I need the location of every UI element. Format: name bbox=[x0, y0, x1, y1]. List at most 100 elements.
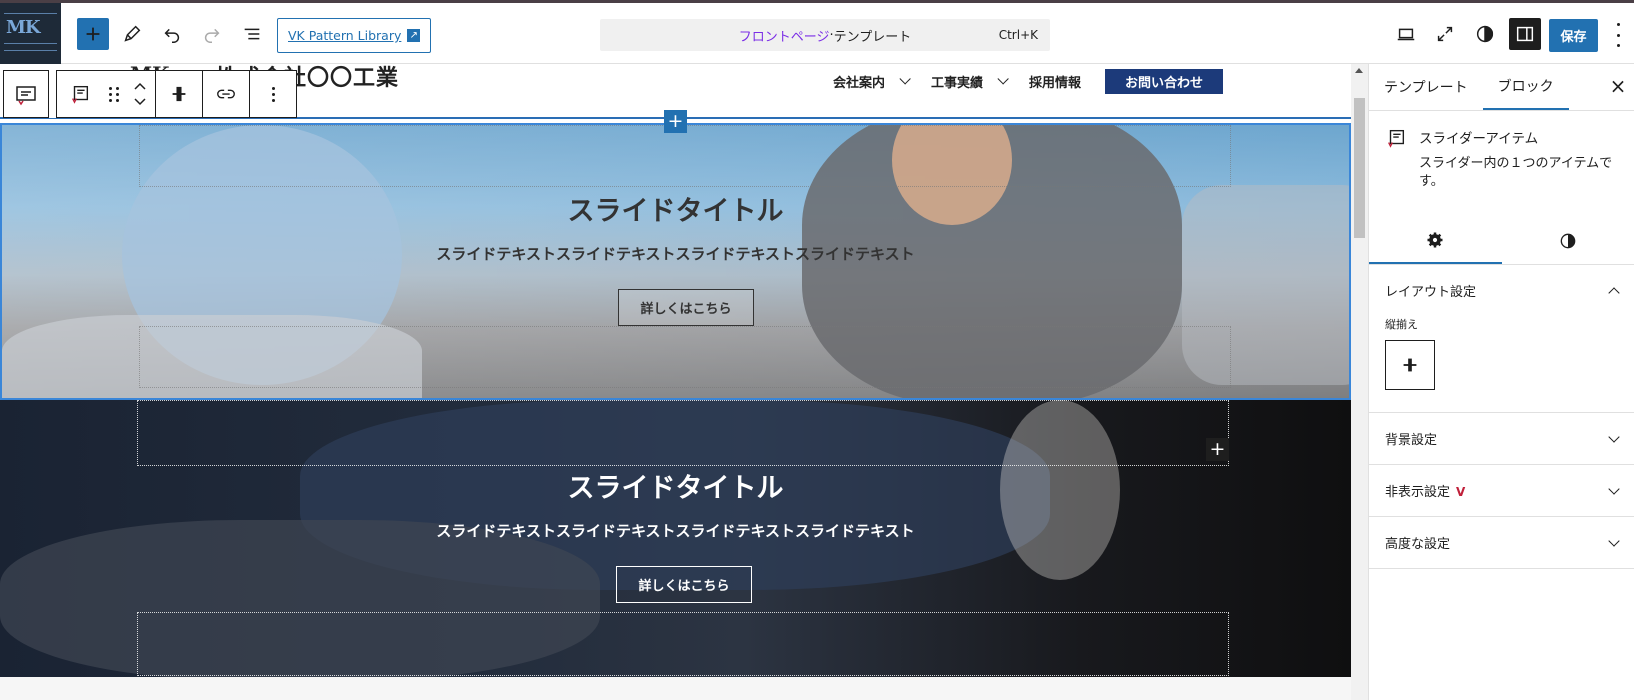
options-menu-button[interactable] bbox=[1610, 23, 1626, 47]
slider-icon bbox=[16, 86, 36, 106]
vertical-align-button[interactable] bbox=[156, 71, 202, 117]
tab-template[interactable]: テンプレート bbox=[1369, 64, 1483, 110]
close-sidebar-button[interactable]: × bbox=[1606, 74, 1630, 98]
dot bbox=[271, 98, 275, 102]
panel-background-toggle[interactable]: 背景設定 bbox=[1369, 413, 1634, 464]
nav-item-recruit[interactable]: 採用情報 bbox=[1029, 72, 1081, 91]
undo-icon bbox=[164, 28, 180, 43]
vertical-align-label: 縦揃え bbox=[1385, 318, 1418, 331]
command-shortcut: Ctrl+K bbox=[998, 28, 1038, 42]
save-button[interactable]: 保存 bbox=[1549, 19, 1598, 52]
slide-title[interactable]: スライドタイトル bbox=[0, 466, 1351, 505]
panel-advanced: 高度な設定 bbox=[1369, 517, 1634, 569]
slide-text[interactable]: スライドテキストスライドテキストスライドテキストスライドテキスト bbox=[0, 520, 1351, 541]
spacer-block[interactable] bbox=[137, 612, 1229, 676]
tab-styles[interactable] bbox=[1502, 217, 1634, 264]
tools-button[interactable] bbox=[116, 18, 148, 50]
panel-title: 高度な設定 bbox=[1385, 537, 1451, 552]
canvas-scrollbar[interactable] bbox=[1351, 64, 1368, 700]
chevron-down-icon bbox=[1608, 430, 1620, 443]
align-center-icon bbox=[172, 86, 186, 102]
more-options-group bbox=[249, 70, 297, 118]
redo-icon bbox=[204, 28, 220, 43]
panel-title: 非表示設定 bbox=[1385, 485, 1451, 500]
tab-settings[interactable] bbox=[1369, 217, 1502, 264]
chevron-down-icon[interactable] bbox=[133, 97, 147, 107]
slide-button[interactable]: 詳しくはこちら bbox=[616, 566, 752, 603]
panel-advanced-toggle[interactable]: 高度な設定 bbox=[1369, 517, 1634, 568]
add-block-after-button[interactable]: + bbox=[1206, 438, 1229, 461]
dot bbox=[108, 86, 112, 90]
nav-item-company[interactable]: 会社案内 bbox=[832, 72, 911, 91]
undo-button[interactable] bbox=[156, 18, 188, 50]
spacer-block[interactable] bbox=[139, 326, 1231, 388]
dot bbox=[1616, 33, 1620, 37]
tab-block[interactable]: ブロック bbox=[1482, 64, 1569, 110]
nav-item-works[interactable]: 工事実績 bbox=[931, 72, 1009, 91]
global-nav: 会社案内 工事実績 採用情報 お問い合わせ bbox=[833, 68, 1223, 94]
next-section bbox=[0, 677, 1351, 700]
dot bbox=[115, 92, 119, 96]
command-palette-bar[interactable]: フロントページ · テンプレート Ctrl+K bbox=[600, 19, 1050, 51]
block-card: スライダーアイテム スライダー内の１つのアイテムです。 bbox=[1369, 111, 1634, 217]
chevron-down-icon bbox=[1608, 534, 1620, 547]
dot bbox=[115, 98, 119, 102]
slide-text[interactable]: スライドテキストスライドテキストスライドテキストスライドテキスト bbox=[2, 243, 1349, 264]
settings-sidebar: テンプレート ブロック × スライダーアイテム スライダー内の１つのアイテムです… bbox=[1368, 64, 1634, 700]
panel-layout-toggle[interactable]: レイアウト設定 bbox=[1369, 265, 1634, 316]
list-view-icon bbox=[244, 28, 260, 40]
expand-icon bbox=[1437, 26, 1453, 42]
align-center-icon bbox=[1403, 358, 1417, 372]
dot bbox=[271, 86, 275, 90]
styles-button[interactable] bbox=[1469, 18, 1501, 50]
nav-item-label: 会社案内 bbox=[832, 75, 885, 91]
slide-button[interactable]: 詳しくはこちら bbox=[618, 289, 754, 326]
block-description: スライダー内の１つのアイテムです。 bbox=[1419, 156, 1613, 189]
link-group bbox=[202, 70, 250, 118]
document-title: フロントページ bbox=[738, 29, 830, 45]
redo-button[interactable] bbox=[196, 18, 228, 50]
scroll-up-arrow[interactable] bbox=[1355, 68, 1363, 73]
slide-title[interactable]: スライドタイトル bbox=[2, 189, 1349, 228]
vk-pattern-library-link[interactable]: VK Pattern Library ↗ bbox=[277, 18, 432, 53]
logo-line bbox=[4, 50, 57, 51]
logo-line bbox=[4, 43, 57, 44]
panel-title: レイアウト設定 bbox=[1385, 285, 1477, 300]
slider-item-2[interactable]: スライドタイトル スライドテキストスライドテキストスライドテキストスライドテキス… bbox=[0, 400, 1351, 677]
panel-hidden-toggle[interactable]: 非表示設定 V bbox=[1369, 465, 1634, 516]
block-controls bbox=[56, 70, 156, 118]
panel-layout: レイアウト設定 縦揃え bbox=[1369, 265, 1634, 413]
scroll-thumb[interactable] bbox=[1354, 98, 1365, 238]
panel-title-row: 非表示設定 V bbox=[1385, 481, 1465, 500]
site-icon-button[interactable]: MK bbox=[0, 3, 61, 64]
block-inserter-button[interactable] bbox=[77, 18, 109, 50]
settings-sidebar-toggle[interactable] bbox=[1509, 18, 1541, 50]
document-overview-button[interactable] bbox=[236, 18, 268, 50]
block-info: スライダーアイテム スライダー内の１つのアイテムです。 bbox=[1419, 127, 1619, 217]
close-icon: × bbox=[1609, 74, 1627, 98]
fullscreen-button[interactable] bbox=[1429, 18, 1461, 50]
select-parent-button[interactable] bbox=[3, 70, 49, 118]
slider-item-1[interactable]: スライドタイトル スライドテキストスライドテキストスライドテキストスライドテキス… bbox=[0, 123, 1351, 400]
device-preview-button[interactable] bbox=[1390, 18, 1422, 50]
editor-canvas: MK 株式会社〇〇工業 会社案内 工事実績 採用情報 お問い合わせ bbox=[0, 64, 1368, 700]
chevron-down-icon bbox=[1608, 482, 1620, 495]
plus-icon bbox=[86, 27, 100, 41]
vk-pattern-library-label: VK Pattern Library bbox=[288, 28, 402, 43]
drag-handle[interactable] bbox=[103, 86, 125, 102]
vertical-align-control[interactable] bbox=[1385, 340, 1435, 390]
more-options-button[interactable] bbox=[250, 71, 296, 117]
dot bbox=[1616, 44, 1620, 47]
spacer-block[interactable] bbox=[137, 400, 1229, 466]
spacer-block[interactable] bbox=[139, 125, 1231, 187]
drag-handle-icon bbox=[108, 86, 120, 102]
dot bbox=[271, 92, 275, 96]
link-button[interactable] bbox=[203, 71, 249, 117]
nav-contact-button[interactable]: お問い合わせ bbox=[1104, 68, 1223, 94]
block-type-button[interactable] bbox=[57, 71, 103, 117]
chevron-up-icon[interactable] bbox=[133, 81, 147, 91]
add-block-between-button[interactable]: + bbox=[664, 110, 687, 133]
logo-mark: MK bbox=[6, 17, 41, 38]
panel-background: 背景設定 bbox=[1369, 413, 1634, 465]
link-icon bbox=[217, 89, 235, 99]
